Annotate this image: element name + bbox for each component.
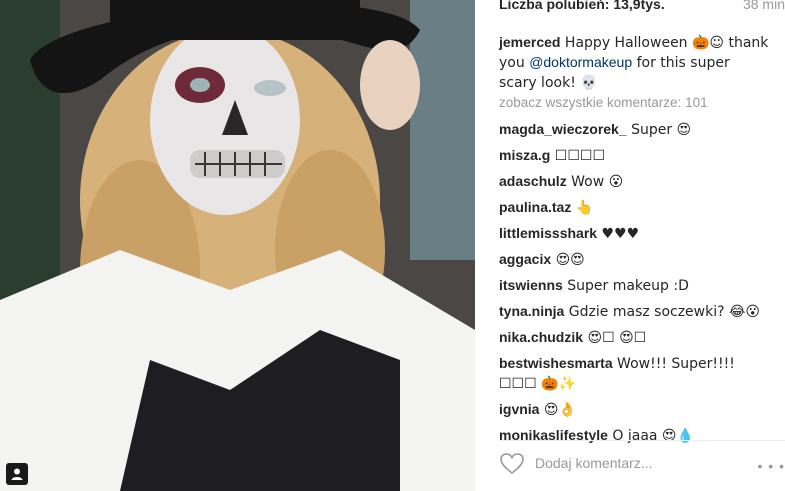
comment-username[interactable]: nika.chudzik	[499, 329, 583, 345]
comment-text: ♥♥♥	[597, 226, 640, 242]
comment-text: 👆	[571, 200, 594, 216]
comment-item: littlemissshark ♥♥♥	[499, 224, 771, 244]
post-photo[interactable]	[0, 0, 475, 491]
comment-text: Gdzie masz soczewki? 😂😮	[564, 304, 760, 320]
post-details-panel: Liczba polubień: 13,9tys. 38 min jemerce…	[475, 0, 785, 491]
halloween-portrait-image	[0, 0, 475, 491]
comment-username[interactable]: itswienns	[499, 277, 563, 293]
comment-username[interactable]: bestwishesmarta	[499, 355, 613, 371]
comment-username[interactable]: aggacix	[499, 251, 551, 267]
likes-row: Liczba polubień: 13,9tys. 38 min	[499, 0, 785, 16]
comment-item: adaschulz Wow 😮	[499, 172, 771, 192]
comment-text: Wow 😮	[566, 174, 624, 190]
comment-text: O jaaa 😍💧	[607, 428, 694, 444]
tagged-user-icon[interactable]	[6, 463, 28, 485]
comment-username[interactable]: littlemissshark	[499, 225, 597, 241]
comment-item: monikaslifestyle O jaaa 😍💧	[499, 426, 771, 446]
comment-text: Super makeup :D	[562, 278, 689, 294]
comment-item: itswienns Super makeup :D	[499, 276, 771, 296]
comment-footer: Dodaj komentarz... • • •	[499, 452, 785, 476]
comment-item: bestwishesmarta Wow!!! Super!!!! ☐☐☐ 🎃✨	[499, 354, 771, 394]
more-options-button[interactable]: • • •	[758, 458, 785, 474]
footer-divider	[499, 440, 785, 441]
post-caption: jemerced Happy Halloween 🎃☺ thank you @d…	[499, 33, 771, 93]
comment-item: misza.g ☐☐☐☐	[499, 146, 771, 166]
comment-username[interactable]: igvnia	[499, 401, 539, 417]
comment-item: aggacix 😍😍	[499, 250, 771, 270]
comment-username[interactable]: paulina.taz	[499, 199, 571, 215]
caption-mention[interactable]: @doktormakeup	[529, 54, 632, 70]
comments-list: magda_wieczorek_ Super 😍 misza.g ☐☐☐☐ ad…	[499, 120, 771, 452]
comment-item: magda_wieczorek_ Super 😍	[499, 120, 771, 140]
comment-item: paulina.taz 👆	[499, 198, 771, 218]
person-icon	[11, 468, 23, 480]
heart-icon	[500, 453, 524, 475]
comment-username[interactable]: adaschulz	[499, 173, 567, 189]
comment-text: ☐☐☐☐	[550, 148, 606, 164]
comment-item: igvnia 😍👌	[499, 400, 771, 420]
post-time[interactable]: 38 min	[743, 0, 785, 12]
comment-text: 😍😍	[551, 252, 585, 268]
add-comment-input[interactable]: Dodaj komentarz...	[535, 455, 653, 471]
comment-item: tyna.ninja Gdzie masz soczewki? 😂😮	[499, 302, 771, 322]
comment-text: Super 😍	[626, 122, 692, 138]
comment-item: nika.chudzik 😍☐ 😍☐	[499, 328, 771, 348]
caption-username[interactable]: jemerced	[499, 34, 560, 50]
comment-username[interactable]: magda_wieczorek_	[499, 121, 627, 137]
view-all-comments-link[interactable]: zobacz wszystkie komentarze: 101	[499, 95, 708, 110]
comment-text: 😍☐ 😍☐	[583, 330, 647, 346]
like-button[interactable]	[499, 452, 525, 481]
likes-count[interactable]: Liczba polubień: 13,9tys.	[499, 0, 665, 12]
comment-username[interactable]: tyna.ninja	[499, 303, 564, 319]
comment-text: 😍👌	[539, 402, 576, 418]
comment-username[interactable]: misza.g	[499, 147, 550, 163]
